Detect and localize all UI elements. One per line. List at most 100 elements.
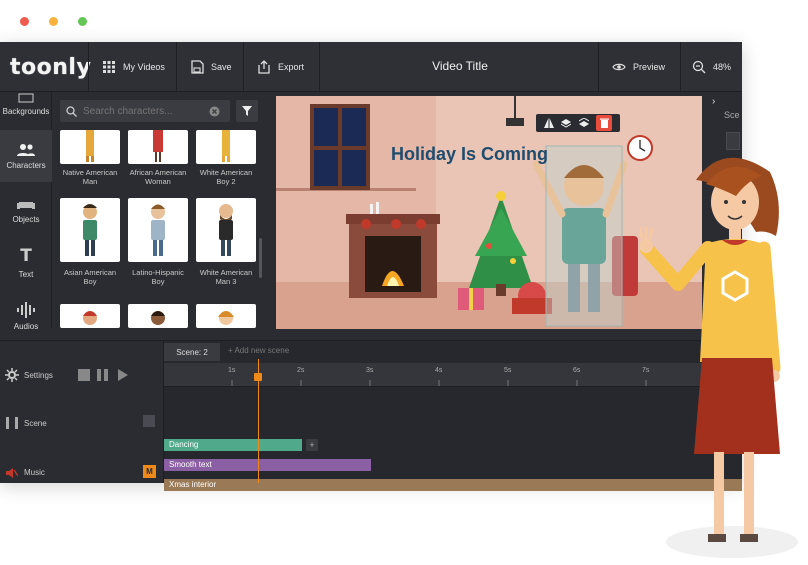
- settings-label: Settings: [24, 371, 53, 380]
- close-dot[interactable]: [20, 17, 29, 26]
- scene-tab[interactable]: Scene: 2: [164, 343, 220, 361]
- layer-up-icon[interactable]: [561, 118, 572, 128]
- character-thumbnail: [83, 311, 97, 325]
- eye-icon: [612, 63, 626, 71]
- scene-headline[interactable]: Holiday Is Coming: [391, 144, 548, 165]
- toolbar-divider: [680, 42, 681, 92]
- scene-track-toggle[interactable]: [143, 415, 155, 427]
- export-icon: [258, 60, 270, 74]
- toolbar-divider: [176, 42, 177, 92]
- flip-icon[interactable]: [543, 118, 554, 128]
- scene-illustration: [276, 96, 702, 329]
- music-track-label: Music: [24, 468, 45, 477]
- audio-wave-icon: [17, 301, 35, 318]
- grid-icon: [103, 61, 115, 73]
- character-thumbnail: [222, 130, 230, 162]
- character-tile[interactable]: [196, 130, 256, 164]
- timeline-track-labels: Settings Scene Music M: [0, 341, 164, 483]
- settings-gear-icon[interactable]: [5, 368, 19, 382]
- collapse-chevron-icon[interactable]: ›: [712, 96, 715, 107]
- character-label: Native American Man: [62, 168, 118, 186]
- window-controls: [20, 17, 87, 26]
- toolbar-divider: [88, 42, 89, 92]
- zoom-level: 48%: [713, 62, 732, 72]
- panel-scrollbar[interactable]: [259, 238, 262, 278]
- scene-track-label: Scene: [24, 419, 47, 428]
- character-thumbnail: [153, 130, 163, 162]
- character-tile[interactable]: [128, 130, 188, 164]
- video-title[interactable]: Video Title: [400, 59, 520, 73]
- layer-down-icon[interactable]: [578, 118, 589, 128]
- zoom-control[interactable]: 48%: [692, 42, 731, 92]
- delete-button[interactable]: [596, 115, 613, 131]
- character-thumbnail: [219, 204, 233, 256]
- maximize-dot[interactable]: [78, 17, 87, 26]
- sofa-icon: [17, 201, 35, 209]
- rail-characters[interactable]: Characters: [0, 130, 52, 182]
- character-thumbnail: [218, 311, 234, 325]
- preview-button[interactable]: Preview: [612, 42, 665, 92]
- ruler-tick-label: 2s: [297, 367, 305, 374]
- character-label: White American Boy 2: [199, 168, 253, 186]
- character-thumbnail: [83, 204, 97, 256]
- character-tile[interactable]: [60, 198, 120, 262]
- track-dancing[interactable]: Dancing: [164, 439, 302, 451]
- add-scene-button[interactable]: + Add new scene: [228, 346, 289, 355]
- my-videos-button[interactable]: My Videos: [102, 42, 165, 92]
- timeline-panel: Settings Scene Music M Scene: 2 + Add ne…: [0, 340, 742, 491]
- character-tile[interactable]: [196, 198, 256, 262]
- search-input[interactable]: [83, 105, 203, 117]
- stop-button[interactable]: [78, 369, 90, 381]
- character-tile[interactable]: [60, 130, 120, 164]
- ruler-tick-label: 1s: [228, 367, 236, 374]
- rail-text[interactable]: T Text: [0, 236, 52, 288]
- top-toolbar: toonly My Videos Save Export Video Title…: [0, 42, 742, 92]
- minimize-dot[interactable]: [49, 17, 58, 26]
- mute-icon[interactable]: [6, 467, 18, 479]
- character-library-panel: Native American Man African American Wom…: [52, 92, 264, 332]
- music-badge[interactable]: M: [143, 465, 156, 478]
- character-tile[interactable]: [128, 304, 188, 328]
- track-smooth-text[interactable]: Smooth text: [164, 459, 371, 471]
- toolbar-divider: [243, 42, 244, 92]
- characters-icon: [17, 143, 35, 156]
- rail-characters-label: Characters: [6, 160, 46, 170]
- ruler-tick-label: 4s: [435, 367, 443, 374]
- character-label: African American Woman: [129, 168, 187, 186]
- filter-button[interactable]: [236, 100, 258, 122]
- track-add-button[interactable]: +: [306, 439, 318, 451]
- rail-backgrounds-label: Backgrounds: [2, 106, 50, 116]
- asset-category-rail: Backgrounds Characters Objects T Text Au…: [0, 92, 52, 331]
- rail-audios[interactable]: Audios: [0, 290, 52, 342]
- character-label: Latino-Hispanic Boy: [132, 268, 184, 286]
- character-thumbnail: [151, 204, 165, 256]
- save-label: Save: [211, 62, 232, 72]
- export-button[interactable]: Export: [257, 42, 304, 92]
- clear-search-icon[interactable]: [209, 106, 220, 117]
- toolbar-divider: [598, 42, 599, 92]
- ruler-tick-label: 3s: [366, 367, 374, 374]
- character-label: White American Man 3: [199, 268, 253, 286]
- selection-toolbar: [536, 114, 620, 132]
- rail-audios-label: Audios: [13, 321, 39, 331]
- scene-panel-label: Sce: [724, 110, 740, 120]
- play-icon[interactable]: [118, 369, 128, 381]
- character-search[interactable]: [60, 100, 230, 122]
- playhead-handle[interactable]: [254, 373, 262, 381]
- ruler-tick-label: 6s: [573, 367, 581, 374]
- character-tile[interactable]: [60, 304, 120, 328]
- character-tile[interactable]: [128, 198, 188, 262]
- presenter-illustration: [640, 157, 798, 558]
- app-logo: toonly: [10, 55, 92, 80]
- character-tile[interactable]: [196, 304, 256, 328]
- save-button[interactable]: Save: [190, 42, 232, 92]
- rail-objects-label: Objects: [12, 214, 40, 224]
- scene-canvas[interactable]: Holiday Is Coming: [276, 96, 702, 329]
- pause-icon[interactable]: [96, 369, 110, 381]
- film-icon: [6, 417, 18, 429]
- preview-label: Preview: [633, 62, 666, 72]
- rail-backgrounds[interactable]: Backgrounds: [0, 78, 52, 130]
- rail-objects[interactable]: Objects: [0, 184, 52, 236]
- character-thumbnail: [86, 130, 94, 162]
- add-scene-label: Add new scene: [234, 346, 290, 355]
